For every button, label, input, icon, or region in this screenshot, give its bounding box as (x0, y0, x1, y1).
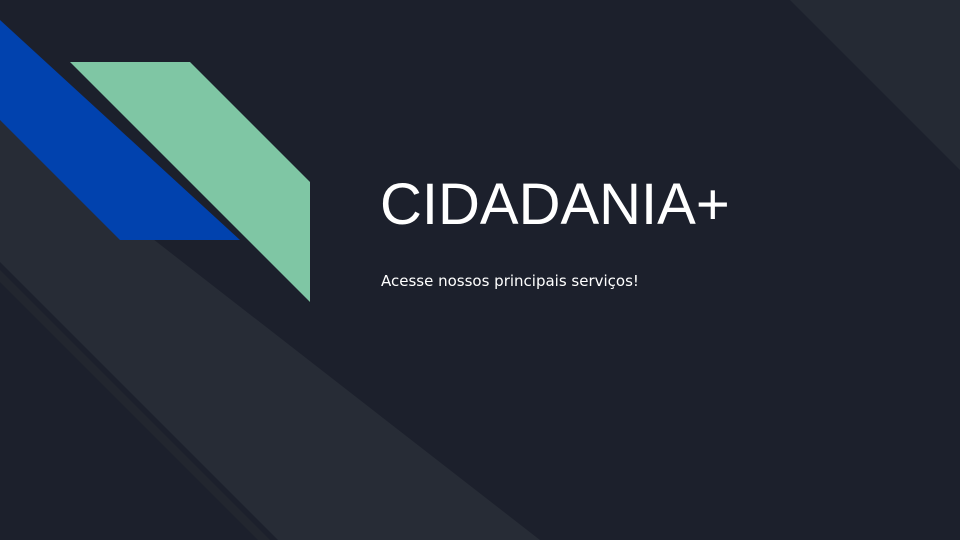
corner-band-top-right (790, 0, 960, 170)
slide-background-art (0, 0, 960, 540)
slide-title: CIDADANIA+ (380, 172, 730, 237)
slide-subtitle: Acesse nossos principais serviços! (381, 272, 639, 290)
slide: CIDADANIA+ Acesse nossos principais serv… (0, 0, 960, 540)
